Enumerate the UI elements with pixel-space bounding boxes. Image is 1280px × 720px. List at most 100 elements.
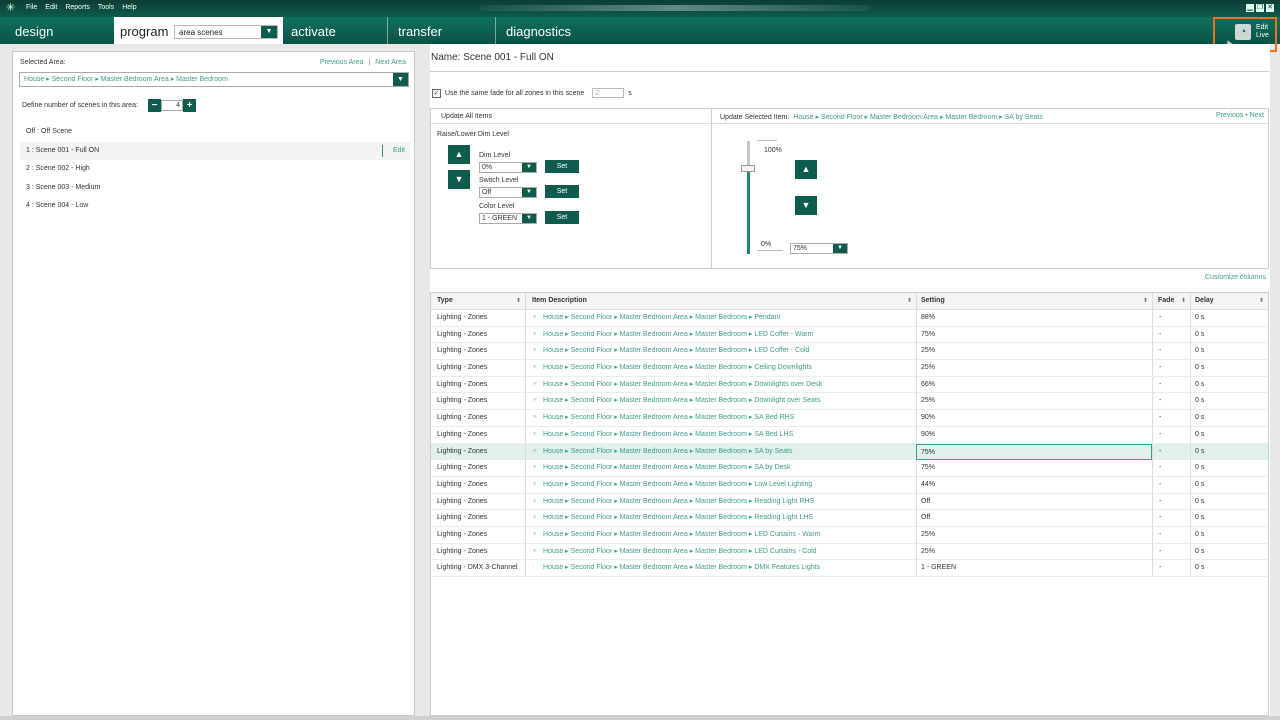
table-row[interactable]: Lighting - Zones ♆ House ▸ Second Floor ▸ … <box>431 476 1268 494</box>
item-path[interactable]: House ▸ Second Floor ▸ Master Bedroom Ar… <box>543 397 820 404</box>
close-icon[interactable]: ✕ <box>1266 4 1274 12</box>
cell-delay[interactable]: 0 s <box>1190 310 1268 326</box>
previous-item-link[interactable]: Previous <box>1216 112 1243 119</box>
cell-delay[interactable]: 0 s <box>1190 476 1268 493</box>
cell-delay[interactable]: 0 s <box>1190 443 1268 460</box>
item-path[interactable]: House ▸ Second Floor ▸ Master Bedroom Ar… <box>543 564 820 571</box>
cell-fade[interactable]: - <box>1152 443 1190 460</box>
next-item-link[interactable]: Next <box>1250 112 1264 119</box>
cell-delay[interactable]: 0 s <box>1190 393 1268 410</box>
header-fade[interactable]: Fade ⬍ <box>1152 293 1190 309</box>
item-path[interactable]: House ▸ Second Floor ▸ Master Bedroom Ar… <box>543 347 809 354</box>
cell-setting[interactable]: 25% <box>916 393 1152 410</box>
color-level-select[interactable]: 1 - GREEN ▼ <box>479 213 537 224</box>
cell-fade[interactable]: - <box>1152 360 1190 377</box>
tab-transfer[interactable]: transfer <box>387 17 442 44</box>
tab-diagnostics[interactable]: diagnostics <box>495 17 571 44</box>
table-row[interactable]: Lighting - Zones ♆ House ▸ Second Floor ▸ … <box>431 360 1268 377</box>
cell-delay[interactable]: 0 s <box>1190 543 1268 560</box>
cell-delay[interactable]: 0 s <box>1190 376 1268 393</box>
table-row[interactable]: Lighting - Zones ♀ House ▸ Second Floor ▸ … <box>431 510 1268 527</box>
table-row[interactable]: Lighting - Zones ♆ House ▸ Second Floor ▸ … <box>431 326 1268 344</box>
cell-delay[interactable]: 0 s <box>1190 526 1268 543</box>
next-area-link[interactable]: Next Area <box>375 59 406 66</box>
item-path[interactable]: House ▸ Second Floor ▸ Master Bedroom Ar… <box>543 431 793 438</box>
lower-all-button[interactable]: ▼ <box>448 170 470 189</box>
cell-delay[interactable]: 0 s <box>1190 460 1268 477</box>
plus-button[interactable]: + <box>183 99 196 112</box>
cell-fade[interactable]: - <box>1152 460 1190 477</box>
cell-fade[interactable]: - <box>1152 376 1190 393</box>
table-row[interactable]: Lighting - Zones ♆ House ▸ Second Floor ▸ … <box>431 410 1268 427</box>
table-row[interactable]: Lighting - Zones ♆ House ▸ Second Floor ▸ … <box>431 343 1268 361</box>
item-path[interactable]: House ▸ Second Floor ▸ Master Bedroom Ar… <box>543 531 821 538</box>
scene-item-2[interactable]: 2 : Scene 002 - High <box>20 160 410 179</box>
menu-reports[interactable]: Reports <box>65 4 90 11</box>
item-path[interactable]: House ▸ Second Floor ▸ Master Bedroom Ar… <box>543 498 814 505</box>
switch-level-select[interactable]: Off ▼ <box>479 187 537 198</box>
cell-setting[interactable]: Off <box>916 510 1152 527</box>
cell-setting[interactable]: 44% <box>916 476 1152 493</box>
set-switch-button[interactable]: Set <box>545 185 579 198</box>
cell-fade[interactable]: - <box>1152 343 1190 360</box>
cell-delay[interactable]: 0 s <box>1190 426 1268 443</box>
tab-program[interactable]: program area scenes ▼ <box>114 17 283 44</box>
cell-fade[interactable]: - <box>1152 310 1190 326</box>
cell-fade[interactable]: - <box>1152 560 1190 577</box>
header-setting[interactable]: Setting ⬍ <box>916 293 1152 309</box>
cell-setting[interactable]: 88% <box>916 310 1152 326</box>
cell-setting[interactable]: 75% <box>916 443 1152 460</box>
tab-design[interactable]: design <box>15 17 53 44</box>
menu-tools[interactable]: Tools <box>98 4 114 11</box>
cell-setting[interactable]: 75% <box>916 460 1152 477</box>
cell-setting[interactable]: 25% <box>916 543 1152 560</box>
cell-delay[interactable]: 0 s <box>1190 343 1268 360</box>
cell-delay[interactable]: 0 s <box>1190 560 1268 577</box>
fade-time-input[interactable]: 2 <box>592 88 625 98</box>
scene-item-1[interactable]: 1 : Scene 001 - Full ON Edit <box>20 141 410 160</box>
maximize-icon[interactable]: ❐ <box>1256 4 1264 12</box>
set-color-button[interactable]: Set <box>545 211 579 224</box>
cell-setting[interactable]: 25% <box>916 343 1152 360</box>
cell-fade[interactable]: - <box>1152 543 1190 560</box>
mode-select[interactable]: area scenes ▼ <box>174 25 278 39</box>
cell-delay[interactable]: 0 s <box>1190 493 1268 510</box>
scene-count-input[interactable]: 4 <box>161 100 183 111</box>
cell-setting[interactable]: 75% <box>916 326 1152 343</box>
table-row[interactable]: Lighting - Zones ♆ House ▸ Second Floor ▸ … <box>431 443 1268 461</box>
table-row[interactable]: Lighting - Zones ♆ House ▸ Second Floor ▸ … <box>431 460 1268 477</box>
edit-scene-link[interactable]: Edit <box>381 144 410 157</box>
item-path[interactable]: House ▸ Second Floor ▸ Master Bedroom Ar… <box>543 464 791 471</box>
item-level-select[interactable]: 75% ▼ <box>790 243 848 254</box>
cell-setting[interactable]: 90% <box>916 410 1152 427</box>
cell-delay[interactable]: 0 s <box>1190 326 1268 343</box>
cell-setting[interactable]: Off <box>916 493 1152 510</box>
table-row[interactable]: Lighting - DMX 3-Channel ⫶ House ▸ Second … <box>431 560 1268 577</box>
level-slider-thumb[interactable] <box>741 165 755 173</box>
header-delay[interactable]: Delay ⬍ <box>1190 293 1268 309</box>
cell-fade[interactable]: - <box>1152 326 1190 343</box>
header-type[interactable]: Type ⬍ <box>431 293 525 309</box>
cell-fade[interactable]: - <box>1152 510 1190 527</box>
scene-item-4[interactable]: 4 : Scene 004 - Low <box>20 197 410 216</box>
lower-item-button[interactable]: ▼ <box>795 196 817 215</box>
previous-area-link[interactable]: Previous Area <box>320 59 364 66</box>
menu-edit[interactable]: Edit <box>45 4 57 11</box>
dim-level-select[interactable]: 0% ▼ <box>479 162 537 173</box>
scene-item-3[interactable]: 3 : Scene 003 - Medium <box>20 179 410 198</box>
cell-setting[interactable]: 1 - GREEN <box>916 560 1152 577</box>
cell-setting[interactable]: 90% <box>916 426 1152 443</box>
item-path[interactable]: House ▸ Second Floor ▸ Master Bedroom Ar… <box>543 314 780 321</box>
raise-item-button[interactable]: ▲ <box>795 160 817 179</box>
same-fade-checkbox[interactable]: ✓ <box>432 88 441 98</box>
menu-file[interactable]: File <box>26 4 37 11</box>
cell-fade[interactable]: - <box>1152 476 1190 493</box>
cell-delay[interactable]: 0 s <box>1190 410 1268 427</box>
cell-fade[interactable]: - <box>1152 426 1190 443</box>
customize-columns-link[interactable]: Customize columns <box>1205 274 1266 281</box>
table-row[interactable]: Lighting - Zones ♆ House ▸ Second Floor ▸ … <box>431 543 1268 561</box>
table-row[interactable]: Lighting - Zones ♆ House ▸ Second Floor ▸ … <box>431 310 1268 327</box>
table-row[interactable]: Lighting - Zones ♆ House ▸ Second Floor ▸ … <box>431 526 1268 544</box>
raise-all-button[interactable]: ▲ <box>448 145 470 164</box>
item-path[interactable]: House ▸ Second Floor ▸ Master Bedroom Ar… <box>543 381 822 388</box>
